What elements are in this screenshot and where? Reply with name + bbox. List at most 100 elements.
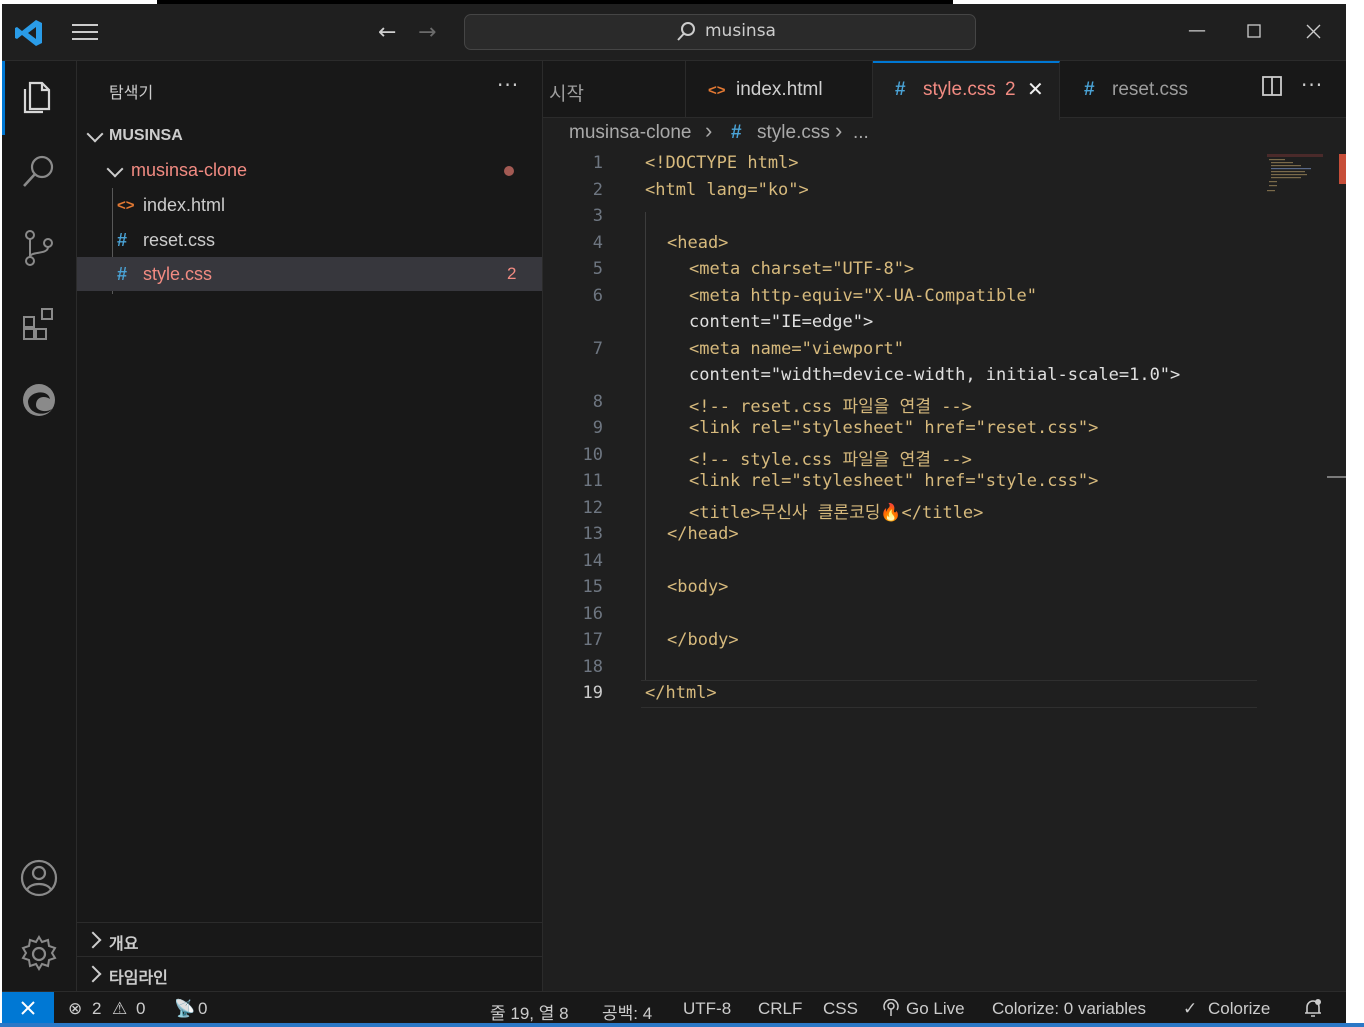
- command-center-search[interactable]: musinsa: [464, 14, 976, 50]
- line-number: 9: [592, 418, 603, 438]
- errors-count[interactable]: 2: [92, 999, 101, 1019]
- explorer-icon[interactable]: [18, 75, 60, 117]
- line-number: 4: [592, 233, 603, 253]
- file-reset-css[interactable]: # reset.css: [77, 223, 542, 257]
- code-editor[interactable]: 1 2 3 4 5 6 7 8 9 10 11 12 13 14 15 16 1…: [543, 150, 1346, 991]
- css-file-icon: #: [117, 264, 128, 284]
- line-number: 18: [582, 657, 603, 677]
- timeline-label: 타임라인: [109, 968, 168, 987]
- tab-style-css[interactable]: # style.css 2 ✕: [873, 61, 1060, 120]
- settings-gear-icon[interactable]: [18, 933, 60, 975]
- workspace-root[interactable]: MUSINSA: [77, 118, 542, 152]
- tab-problems-count: 2: [1005, 79, 1016, 100]
- html-file-icon: <>: [708, 82, 726, 99]
- line-number: 3: [592, 206, 603, 226]
- editor-tabs: 시작 <> index.html # style.css 2 ✕ # reset…: [543, 61, 1346, 120]
- remote-icon: [21, 1001, 35, 1015]
- search-text: musinsa: [705, 21, 776, 41]
- search-view-icon[interactable]: [18, 151, 60, 193]
- vscode-logo-icon[interactable]: [14, 18, 44, 48]
- indentation[interactable]: 공백: 4: [602, 999, 652, 1023]
- line-number: 11: [582, 471, 603, 491]
- end-of-line[interactable]: CRLF: [758, 999, 802, 1019]
- line-number: 13: [582, 524, 603, 544]
- close-window-icon[interactable]: [1306, 24, 1321, 39]
- minimize-icon[interactable]: —: [1188, 20, 1206, 41]
- code-line: </body>: [667, 630, 739, 650]
- code-line: <meta charset="UTF-8">: [689, 259, 915, 279]
- css-file-icon: #: [895, 79, 906, 100]
- chevron-right-icon: [84, 931, 102, 949]
- search-icon: [677, 22, 695, 41]
- css-file-icon: #: [1084, 79, 1095, 100]
- code-line-wrap: content="width=device-width, initial-sca…: [689, 365, 1181, 385]
- warnings-count[interactable]: 0: [136, 999, 145, 1019]
- maximize-icon[interactable]: [1247, 24, 1261, 38]
- timeline-section[interactable]: 타임라인: [77, 956, 542, 991]
- notifications-bell-icon[interactable]: [1302, 997, 1324, 1019]
- go-live-icon: [883, 999, 899, 1016]
- line-number: 10: [582, 445, 603, 465]
- tab-reset-css[interactable]: # reset.css: [1060, 61, 1230, 117]
- outline-section[interactable]: 개요: [77, 922, 542, 957]
- tab-label: index.html: [736, 79, 823, 100]
- breadcrumb-separator: ›: [835, 118, 843, 143]
- outline-label: 개요: [109, 934, 139, 953]
- workspace-label: MUSINSA: [109, 127, 183, 144]
- tab-label: style.css: [923, 79, 996, 100]
- cursor-position[interactable]: 줄 19, 열 8: [490, 999, 569, 1023]
- scrollbar-cursor-marker[interactable]: [1327, 476, 1346, 478]
- folder-musinsa-clone[interactable]: musinsa-clone: [77, 153, 542, 187]
- ports-icon[interactable]: 📡: [174, 999, 195, 1019]
- source-control-icon[interactable]: [18, 227, 60, 269]
- extensions-icon[interactable]: [18, 303, 60, 345]
- activity-bar: [2, 61, 77, 991]
- line-number: 2: [592, 180, 603, 200]
- language-mode[interactable]: CSS: [823, 999, 858, 1019]
- back-arrow-icon[interactable]: ←: [378, 20, 396, 45]
- menu-icon[interactable]: [72, 22, 100, 42]
- forward-arrow-icon[interactable]: →: [418, 20, 436, 45]
- go-live-button[interactable]: Go Live: [906, 999, 965, 1019]
- line-number: 6: [592, 286, 603, 306]
- code-line: <title>무신사 클론코딩🔥</title>: [689, 503, 984, 523]
- close-tab-icon[interactable]: ✕: [1027, 77, 1044, 102]
- file-style-css[interactable]: # style.css 2: [77, 257, 542, 291]
- line-number: 1: [592, 153, 603, 173]
- remote-indicator[interactable]: [2, 992, 54, 1023]
- code-comment: <!-- style.css 파일을 연결 -->: [689, 450, 972, 470]
- title-bar: ← → musinsa —: [2, 4, 1346, 61]
- breadcrumb-separator: ›: [705, 118, 713, 143]
- tab-label: reset.css: [1112, 79, 1189, 100]
- chevron-down-icon: [106, 160, 124, 178]
- ports-count[interactable]: 0: [198, 999, 207, 1019]
- breadcrumb-folder[interactable]: musinsa-clone: [569, 122, 692, 144]
- line-number-current: 19: [582, 683, 603, 703]
- colorize-variables[interactable]: Colorize: 0 variables: [992, 999, 1146, 1019]
- minimap[interactable]: [1265, 154, 1325, 194]
- line-number: 16: [582, 604, 603, 624]
- code-line: <meta name="viewport": [689, 339, 904, 359]
- line-number: 12: [582, 498, 603, 518]
- code-line: <link rel="stylesheet" href="reset.css">: [689, 418, 1099, 438]
- encoding[interactable]: UTF-8: [683, 999, 731, 1019]
- more-actions-icon[interactable]: ···: [1301, 73, 1323, 97]
- accounts-icon[interactable]: [18, 857, 60, 899]
- errors-icon[interactable]: ⊗: [68, 999, 82, 1019]
- vscode-window: ← → musinsa — 탐색기 ··· MUSINSA musinsa-cl…: [2, 4, 1346, 1023]
- colorize-button[interactable]: Colorize: [1208, 999, 1270, 1019]
- tab-index-html[interactable]: <> index.html: [686, 61, 873, 117]
- code-line: <meta http-equiv="X-UA-Compatible": [689, 286, 1037, 306]
- warning-icon[interactable]: ⚠: [112, 999, 127, 1019]
- html-file-icon: <>: [117, 197, 135, 214]
- breadcrumb-file[interactable]: style.css: [757, 122, 830, 144]
- edge-devtools-icon[interactable]: [18, 379, 60, 421]
- more-actions-icon[interactable]: ···: [497, 73, 519, 97]
- split-editor-icon[interactable]: [1261, 75, 1283, 97]
- breadcrumb-symbols[interactable]: ...: [853, 122, 869, 144]
- line-number: 5: [592, 259, 603, 279]
- file-index-html[interactable]: <> index.html: [77, 188, 542, 222]
- css-file-icon: #: [731, 122, 742, 143]
- sidebar-title: 탐색기: [109, 83, 154, 102]
- tab-welcome[interactable]: 시작: [543, 61, 686, 117]
